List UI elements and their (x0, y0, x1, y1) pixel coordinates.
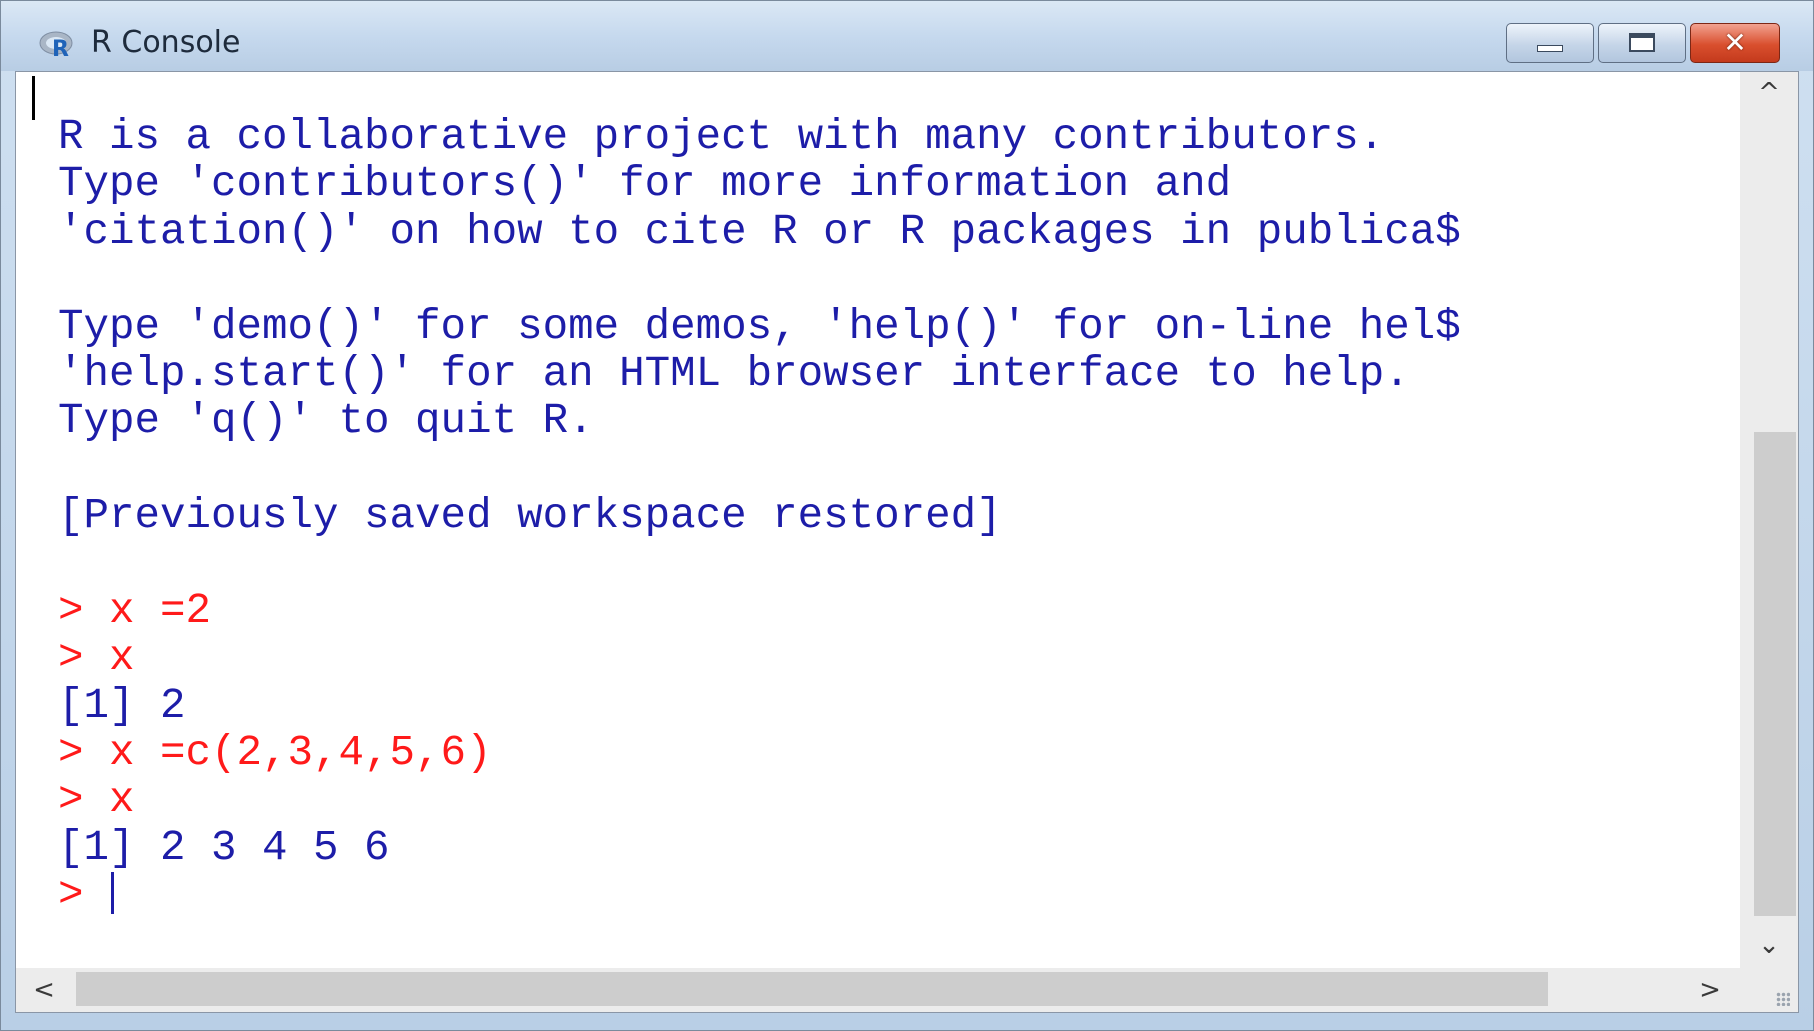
console-client-area: R is a collaborative project with many c… (15, 71, 1799, 1013)
scroll-right-icon[interactable]: > (1682, 968, 1738, 1012)
console-output-line: [1] 2 (58, 681, 186, 730)
close-icon: ✕ (1723, 26, 1747, 59)
vertical-scroll-thumb[interactable] (1754, 432, 1796, 916)
scroll-up-icon[interactable]: ^ (1740, 72, 1798, 114)
console-output-line: 'help.start()' for an HTML browser inter… (58, 349, 1410, 398)
console-output-line: R is a collaborative project with many c… (58, 113, 1385, 161)
console-output-line: Type 'q()' to quit R. (58, 397, 594, 446)
console-lines: R is a collaborative project with many c… (58, 113, 1461, 920)
resize-grip-icon (1776, 992, 1790, 1006)
window-title: R Console (91, 25, 241, 60)
horizontal-scroll-thumb[interactable] (76, 972, 1548, 1006)
console-output-line (58, 256, 1461, 303)
console-command-line: > x =c(2,3,4,5,6) (58, 729, 492, 778)
input-cursor (111, 872, 115, 915)
scroll-down-icon[interactable]: ⌄ (1740, 924, 1798, 966)
console-prompt-line: > (58, 871, 1461, 919)
console-output-line: [Previously saved workspace restored] (58, 492, 1002, 541)
maximize-button[interactable] (1598, 23, 1686, 63)
console-output-line: Type 'contributors()' for more informati… (58, 160, 1232, 209)
minimize-icon (1537, 45, 1563, 52)
scroll-left-icon[interactable]: < (16, 968, 72, 1012)
vertical-scrollbar[interactable]: ^ ⌄ (1740, 72, 1798, 968)
console-output-line (58, 541, 1461, 588)
console-output[interactable]: R is a collaborative project with many c… (16, 72, 1740, 968)
console-command-line: > x (58, 776, 135, 825)
text-caret (32, 76, 35, 120)
r-logo-icon: R (39, 31, 73, 59)
console-output-line: 'citation()' on how to cite R or R packa… (58, 207, 1461, 256)
title-bar[interactable]: R R Console ✕ (1, 1, 1813, 71)
console-output-line: [1] 2 3 4 5 6 (58, 823, 390, 872)
horizontal-scrollbar[interactable]: < > (16, 968, 1740, 1012)
maximize-icon (1629, 33, 1655, 52)
r-console-window: R R Console ✕ R is a collaborative proje… (0, 0, 1814, 1031)
minimize-button[interactable] (1506, 23, 1594, 63)
close-button[interactable]: ✕ (1690, 23, 1780, 63)
size-grip[interactable] (1740, 968, 1798, 1012)
console-output-line: Type 'demo()' for some demos, 'help()' f… (58, 302, 1461, 351)
console-command-line: > x (58, 634, 135, 683)
console-command-line: > x =2 (58, 586, 212, 635)
svg-text:R: R (52, 37, 69, 59)
console-output-line (58, 446, 1461, 493)
